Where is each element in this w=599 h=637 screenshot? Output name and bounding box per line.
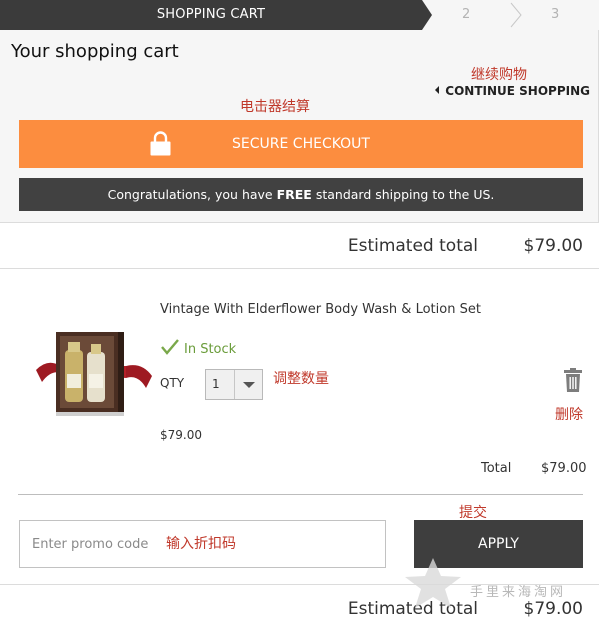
product-image — [36, 332, 152, 416]
secure-checkout-button[interactable]: SECURE CHECKOUT — [19, 120, 583, 168]
step-arrow — [422, 0, 432, 30]
select-divider — [234, 370, 235, 399]
cart-header-panel: Your shopping cart 继续购物 CONTINUE SHOPPIN… — [0, 30, 599, 223]
annotation-promo: 输入折扣码 — [166, 536, 236, 552]
item-price: $79.00 — [160, 428, 202, 442]
continue-shopping-label: CONTINUE SHOPPING — [445, 84, 590, 98]
check-icon — [161, 339, 179, 355]
page-title: Your shopping cart — [11, 41, 179, 62]
watermark-text: 手里来海淘网 — [470, 585, 567, 600]
annotation-qty: 调整数量 — [273, 371, 329, 387]
step-1-text: SHOPPING CART — [156, 7, 266, 22]
line-total-value: $79.00 — [541, 461, 587, 476]
trash-icon[interactable] — [563, 368, 583, 392]
step-separator-icon — [510, 2, 522, 28]
lock-icon — [150, 131, 171, 156]
annotation-submit: 提交 — [459, 505, 487, 521]
free-shipping-banner: Congratulations, you have FREE standard … — [19, 178, 583, 211]
stock-status-text: In Stock — [184, 342, 237, 357]
estimated-total-top: Estimated total $79.00 — [0, 223, 599, 269]
quantity-select[interactable]: 1 — [205, 369, 263, 400]
chevron-left-icon — [435, 86, 440, 94]
shipping-banner-text-end: standard shipping to the US. — [311, 187, 495, 202]
chevron-down-icon — [243, 382, 255, 388]
shipping-banner-text: Congratulations, you have — [107, 187, 277, 202]
star-watermark-icon — [405, 558, 461, 608]
stock-status: In Stock — [160, 338, 236, 357]
product-name[interactable]: Vintage With Elderflower Body Wash & Lot… — [160, 302, 481, 317]
qty-label: QTY — [160, 376, 185, 390]
estimated-total-value: $79.00 — [523, 236, 583, 256]
checkout-progress-bar: SHOPPING CART 2 3 — [0, 0, 599, 30]
step-shopping-cart-label: SHOPPING CART — [0, 0, 422, 30]
secure-checkout-label: SECURE CHECKOUT — [232, 136, 370, 152]
annotation-continue-shopping: 继续购物 — [471, 67, 527, 83]
watermark: 手里来海淘网 — [398, 556, 598, 612]
step-3-label: 3 — [551, 7, 560, 22]
estimated-total-label: Estimated total — [347, 236, 478, 256]
line-total-label: Total — [481, 461, 512, 476]
step-2-label: 2 — [462, 7, 471, 22]
annotation-checkout: 电击器结算 — [240, 99, 310, 115]
divider — [18, 494, 583, 495]
annotation-delete: 删除 — [555, 407, 583, 423]
shipping-banner-free: FREE — [276, 187, 312, 202]
apply-label: APPLY — [478, 536, 519, 552]
quantity-value: 1 — [212, 377, 220, 391]
continue-shopping-link[interactable]: CONTINUE SHOPPING — [435, 84, 590, 98]
